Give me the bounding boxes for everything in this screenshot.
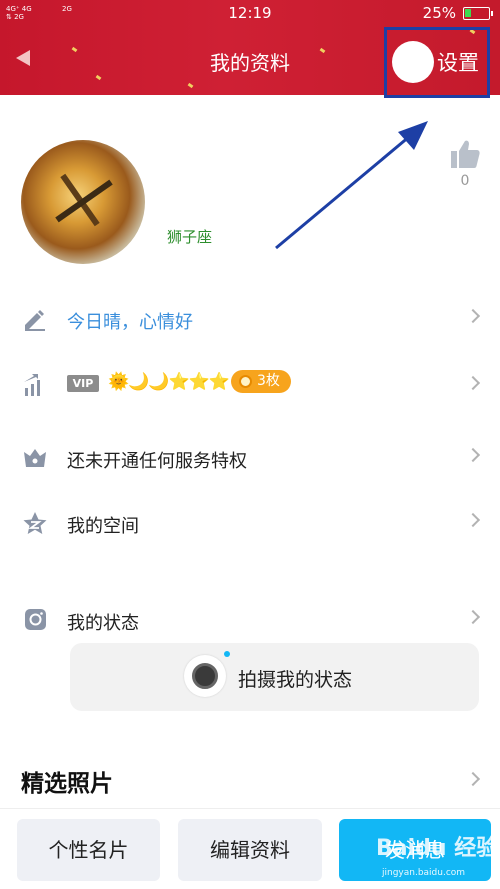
vip-badge: VIP bbox=[67, 375, 99, 392]
edit-pencil-icon bbox=[25, 310, 45, 331]
profile-page: 4G⁺ 4G ⇅ 2G 2G 12:19 25% 我的资料 设置 狮子座 0 今… bbox=[0, 0, 500, 889]
chevron-right-icon[interactable] bbox=[465, 771, 481, 787]
space-row[interactable]: 我的空间 bbox=[0, 503, 500, 543]
mood-row[interactable]: 今日晴，心情好 bbox=[0, 299, 500, 339]
battery-level bbox=[465, 9, 471, 17]
shoot-status-label: 拍摄我的状态 bbox=[238, 669, 353, 691]
compass-graphic bbox=[55, 179, 113, 223]
level-chart-icon bbox=[24, 374, 40, 396]
privilege-text: 还未开通任何服务特权 bbox=[67, 451, 247, 472]
battery-percent: 25% bbox=[422, 4, 456, 22]
camera-lens bbox=[192, 663, 218, 689]
thumbs-up-icon[interactable] bbox=[449, 138, 481, 170]
like-count: 0 bbox=[460, 173, 470, 189]
star-space-icon bbox=[23, 512, 47, 534]
chevron-right-icon bbox=[465, 447, 481, 463]
coin-badge: 3枚 bbox=[231, 370, 291, 393]
chevron-right-icon bbox=[465, 512, 481, 528]
baidu-watermark: Baidu 经验 bbox=[376, 836, 499, 861]
status-row[interactable]: 我的状态 bbox=[0, 600, 500, 640]
status-bar: 4G⁺ 4G ⇅ 2G 2G 12:19 25% bbox=[0, 0, 500, 28]
vip-level-icons: 🌞🌙🌙⭐⭐⭐ bbox=[108, 372, 230, 392]
coin-icon bbox=[239, 375, 252, 388]
shoot-status-card[interactable]: 拍摄我的状态 bbox=[70, 643, 479, 711]
confetti-decoration bbox=[187, 82, 194, 89]
constellation-label: 狮子座 bbox=[167, 228, 213, 246]
avatar[interactable] bbox=[21, 140, 145, 264]
instagram-status-icon bbox=[25, 609, 46, 630]
personal-card-button[interactable]: 个性名片 bbox=[17, 819, 160, 881]
crown-icon bbox=[24, 449, 46, 467]
edit-profile-button[interactable]: 编辑资料 bbox=[178, 819, 322, 881]
mood-text: 今日晴，心情好 bbox=[67, 312, 193, 333]
privilege-row[interactable]: 还未开通任何服务特权 bbox=[0, 438, 500, 478]
settings-button[interactable]: 设置 bbox=[384, 27, 490, 98]
camera-icon bbox=[184, 655, 226, 697]
notification-dot bbox=[224, 651, 230, 657]
chevron-right-icon bbox=[465, 375, 481, 391]
coin-count: 3枚 bbox=[257, 373, 280, 389]
status-text: 我的状态 bbox=[67, 613, 139, 634]
featured-photos-title: 精选照片 bbox=[21, 771, 113, 797]
header-bar: 4G⁺ 4G ⇅ 2G 2G 12:19 25% 我的资料 设置 bbox=[0, 0, 500, 98]
watermark-url: jingyan.baidu.com bbox=[382, 868, 466, 878]
chevron-right-icon bbox=[465, 308, 481, 324]
chevron-right-icon bbox=[465, 609, 481, 625]
settings-label: 设置 bbox=[437, 51, 479, 75]
space-text: 我的空间 bbox=[67, 516, 139, 537]
battery-icon bbox=[463, 7, 493, 20]
settings-icon bbox=[392, 41, 434, 83]
vip-row[interactable]: VIP 🌞🌙🌙⭐⭐⭐ 3枚 bbox=[0, 366, 500, 406]
